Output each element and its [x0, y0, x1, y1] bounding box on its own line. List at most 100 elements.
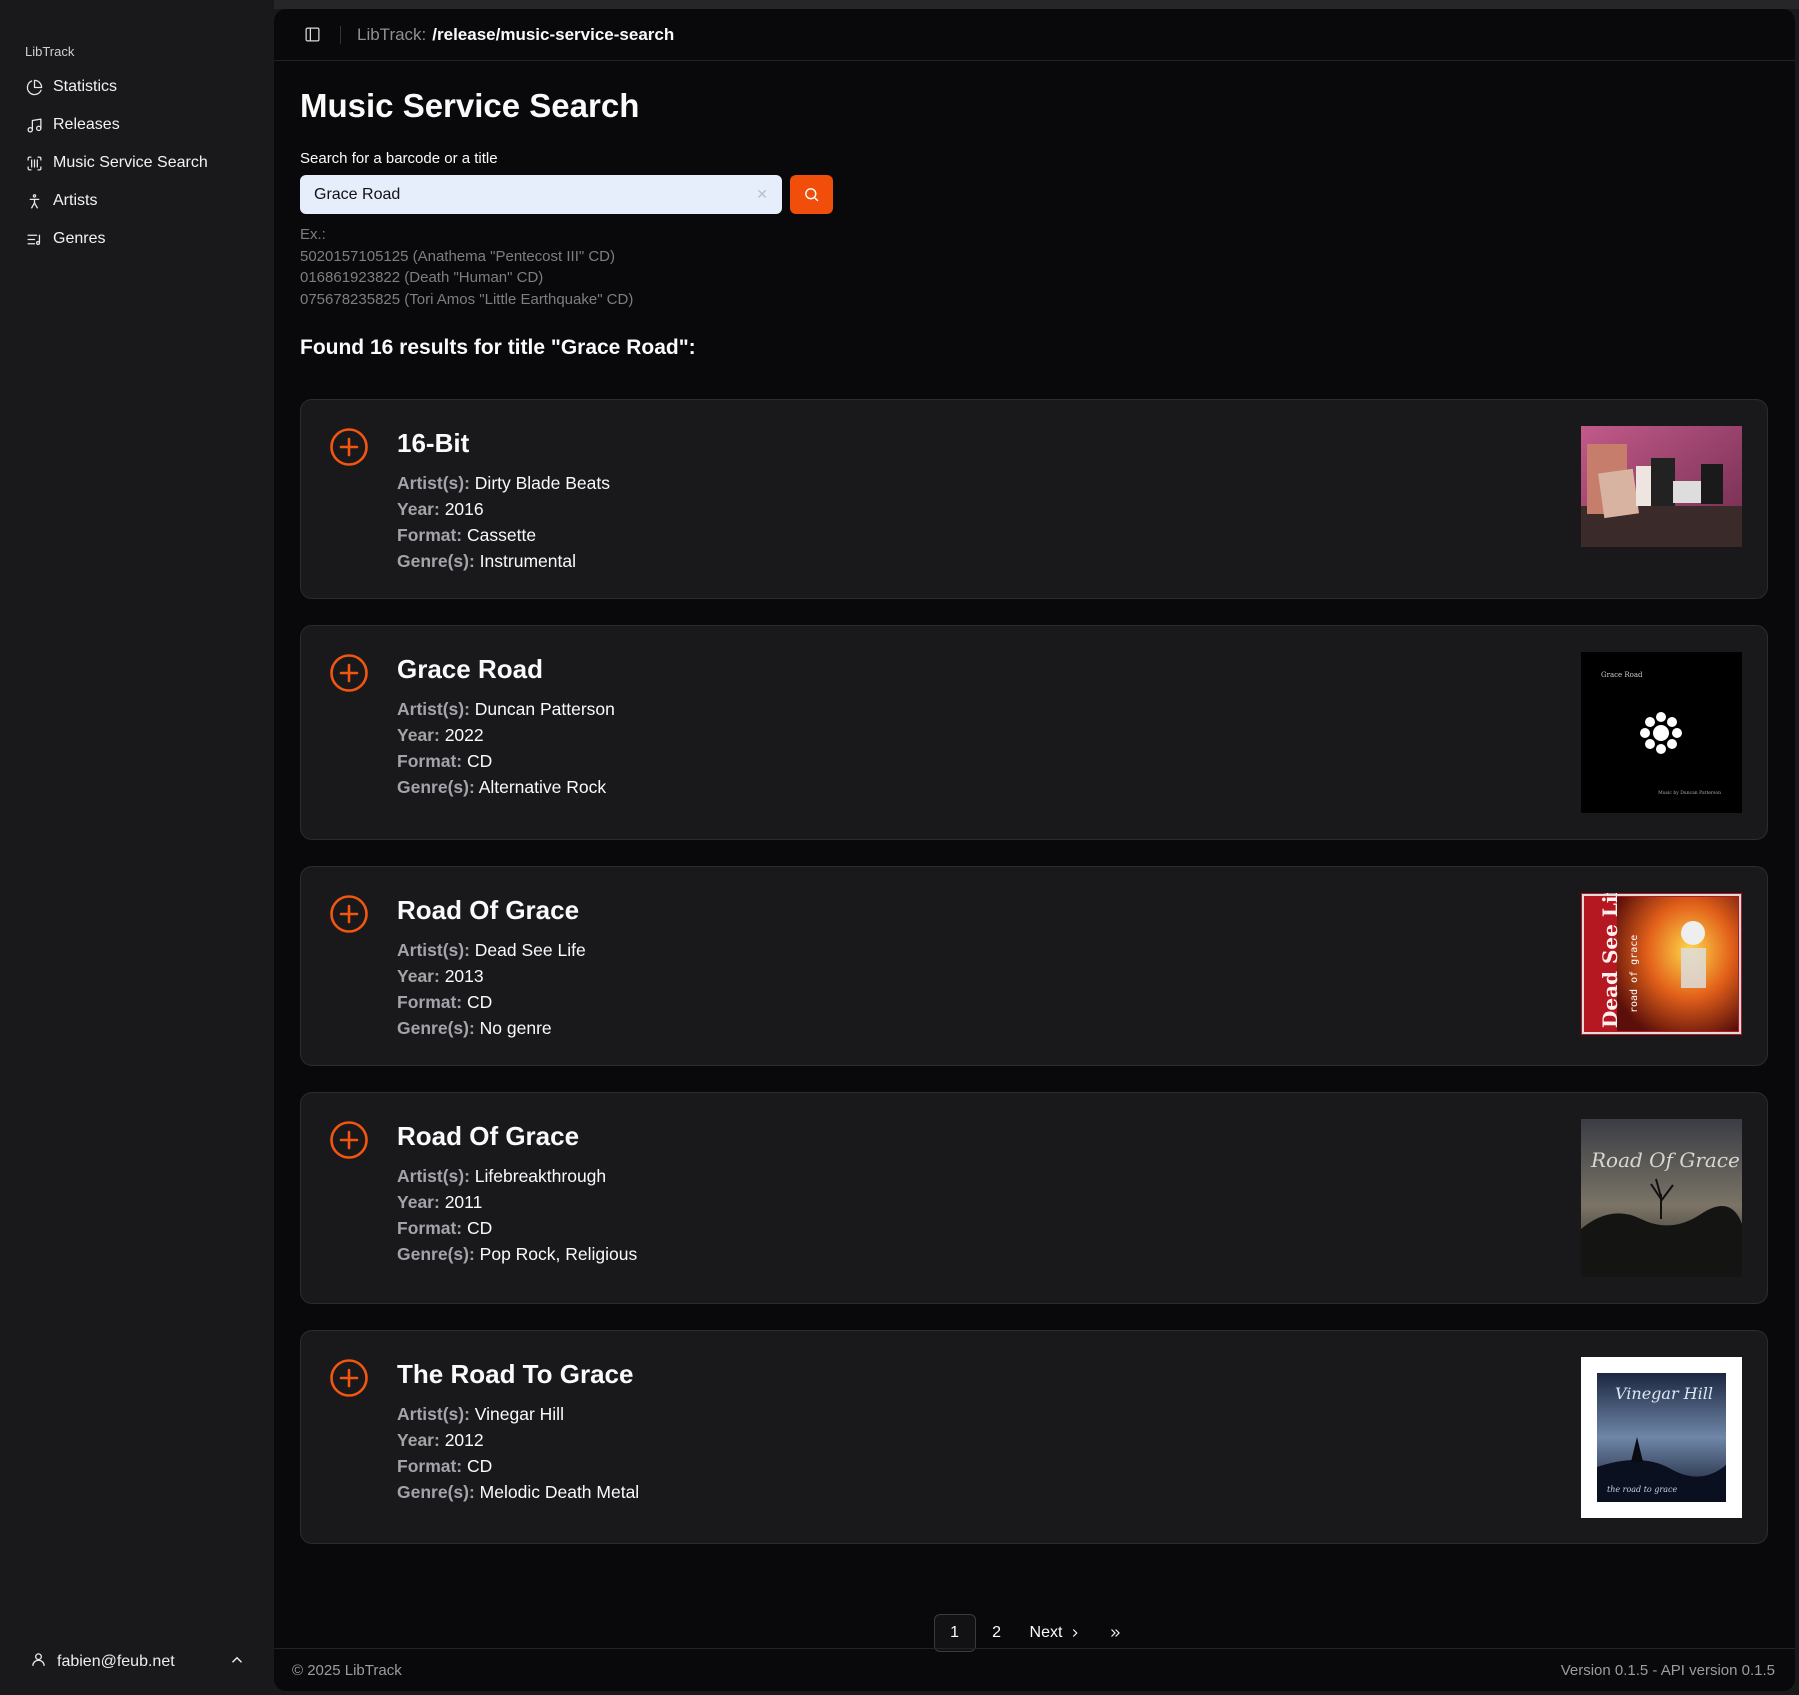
cover-text: Dead See Life — [1598, 893, 1622, 1028]
breadcrumb-prefix: LibTrack: — [357, 24, 427, 44]
result-artists: Dead See Life — [474, 940, 586, 960]
sidebar-item-artists[interactable]: Artists — [16, 182, 262, 220]
search-label: Search for a barcode or a title — [300, 150, 498, 167]
result-card: 16-Bit Artist(s): Dirty Blade Beats Year… — [300, 399, 1768, 599]
artists-label: Artist(s): — [397, 699, 470, 719]
format-label: Format: — [397, 525, 463, 545]
artists-label: Artist(s): — [397, 940, 470, 960]
year-label: Year: — [397, 499, 440, 519]
result-year: 2022 — [444, 725, 484, 745]
sidebar-item-label: Artists — [53, 192, 98, 209]
sidebar: LibTrack Statistics Releases Music Servi… — [0, 0, 274, 1695]
chevron-right-icon — [1073, 1629, 1079, 1637]
last-page-button[interactable] — [1094, 1614, 1136, 1652]
artists-label: Artist(s): — [397, 1166, 470, 1186]
top-bar: LibTrack: /release/music-service-search — [274, 9, 1795, 61]
result-artists: Duncan Patterson — [474, 699, 615, 719]
search-examples: Ex.: 5020157105125 (Anathema "Pentecost … — [300, 224, 633, 310]
music-note-icon — [25, 116, 43, 134]
add-release-button[interactable] — [329, 1120, 369, 1160]
add-release-button[interactable] — [329, 894, 369, 934]
year-label: Year: — [397, 725, 440, 745]
cover-text: Music by Duncan Patterson — [1658, 790, 1721, 796]
result-format: CD — [467, 751, 493, 771]
search-input[interactable] — [314, 185, 757, 204]
plus-circle-icon — [330, 428, 368, 466]
format-label: Format: — [397, 992, 463, 1012]
sidebar-toggle-button[interactable] — [302, 25, 322, 45]
result-artists: Vinegar Hill — [474, 1404, 564, 1424]
sidebar-item-releases[interactable]: Releases — [16, 106, 262, 144]
plus-circle-icon — [330, 1121, 368, 1159]
genres-label: Genre(s): — [397, 1244, 475, 1264]
result-card: Road Of Grace Artist(s): Lifebreakthroug… — [300, 1092, 1768, 1304]
cover-image: Grace Road Music by Duncan Patterson — [1581, 652, 1742, 813]
result-format: CD — [467, 992, 493, 1012]
result-format: CD — [467, 1456, 493, 1476]
year-label: Year: — [397, 1430, 440, 1450]
person-icon — [25, 192, 43, 210]
footer: © 2025 LibTrack Version 0.1.5 - API vers… — [274, 1648, 1795, 1691]
add-release-button[interactable] — [329, 653, 369, 693]
cover-text: the road to grace — [1607, 1485, 1677, 1494]
page-1-button[interactable]: 1 — [933, 1614, 976, 1652]
page-title: Music Service Search — [300, 87, 640, 124]
next-page-button[interactable]: Next — [1018, 1614, 1095, 1652]
chevrons-right-icon — [1111, 1629, 1121, 1637]
result-year: 2013 — [444, 966, 484, 986]
examples-label: Ex.: — [300, 226, 326, 243]
sidebar-nav: Statistics Releases Music Service Search… — [16, 68, 262, 258]
results-heading: Found 16 results for title "Grace Road": — [300, 336, 696, 359]
result-year: 2011 — [444, 1192, 483, 1212]
result-details: Artist(s): Vinegar Hill Year: 2012 Forma… — [397, 1401, 639, 1505]
result-title: Road Of Grace — [397, 895, 580, 925]
page-2-button[interactable]: 2 — [976, 1614, 1018, 1652]
result-card: The Road To Grace Artist(s): Vinegar Hil… — [300, 1330, 1768, 1544]
sidebar-item-statistics[interactable]: Statistics — [16, 68, 262, 106]
result-title: 16-Bit — [397, 428, 470, 458]
barcode-scan-icon — [25, 154, 43, 172]
user-icon — [30, 1651, 47, 1673]
user-email: fabien@feub.net — [57, 1653, 175, 1670]
cover-text: road of grace — [1629, 935, 1640, 1013]
breadcrumb-path: /release/music-service-search — [432, 24, 675, 44]
add-release-button[interactable] — [329, 427, 369, 467]
cover-image: Dead See Life road of grace — [1581, 893, 1742, 1035]
cover-text: Grace Road — [1601, 671, 1643, 679]
add-release-button[interactable] — [329, 1358, 369, 1398]
sidebar-item-genres[interactable]: Genres — [16, 220, 262, 258]
year-label: Year: — [397, 966, 440, 986]
result-format: Cassette — [467, 525, 537, 545]
result-genres: No genre — [479, 1018, 552, 1038]
result-title: Grace Road — [397, 654, 543, 684]
format-label: Format: — [397, 1218, 463, 1238]
plus-circle-icon — [330, 1359, 368, 1397]
result-details: Artist(s): Dirty Blade Beats Year: 2016 … — [397, 470, 610, 574]
result-artists: Lifebreakthrough — [474, 1166, 607, 1186]
copyright: © 2025 LibTrack — [292, 1661, 402, 1679]
sidebar-item-label: Releases — [53, 116, 120, 133]
format-label: Format: — [397, 1456, 463, 1476]
app-brand: LibTrack — [25, 44, 75, 59]
result-details: Artist(s): Dead See Life Year: 2013 Form… — [397, 937, 586, 1041]
clear-icon[interactable]: ✕ — [756, 186, 768, 203]
sidebar-item-label: Statistics — [53, 78, 118, 95]
result-details: Artist(s): Lifebreakthrough Year: 2011 F… — [397, 1163, 637, 1267]
year-label: Year: — [397, 1192, 440, 1212]
sidebar-item-label: Genres — [53, 230, 106, 247]
genres-label: Genre(s): — [397, 1018, 475, 1038]
sidebar-item-music-service-search[interactable]: Music Service Search — [16, 144, 262, 182]
example-line: 075678235825 (Tori Amos "Little Earthqua… — [300, 290, 634, 308]
user-menu-button[interactable]: fabien@feub.net — [16, 1640, 246, 1684]
sidebar-item-label: Music Service Search — [53, 154, 208, 171]
result-card: Road Of Grace Artist(s): Dead See Life Y… — [300, 866, 1768, 1066]
result-format: CD — [467, 1218, 493, 1238]
version-info: Version 0.1.5 - API version 0.1.5 — [1560, 1661, 1775, 1679]
result-year: 2012 — [444, 1430, 484, 1450]
search-button[interactable] — [790, 175, 833, 214]
artists-label: Artist(s): — [397, 473, 470, 493]
result-card: Grace Road Artist(s): Duncan Patterson Y… — [300, 625, 1768, 840]
result-genres: Melodic Death Metal — [479, 1482, 640, 1502]
search-icon — [805, 188, 819, 202]
next-label: Next — [1029, 1624, 1063, 1641]
